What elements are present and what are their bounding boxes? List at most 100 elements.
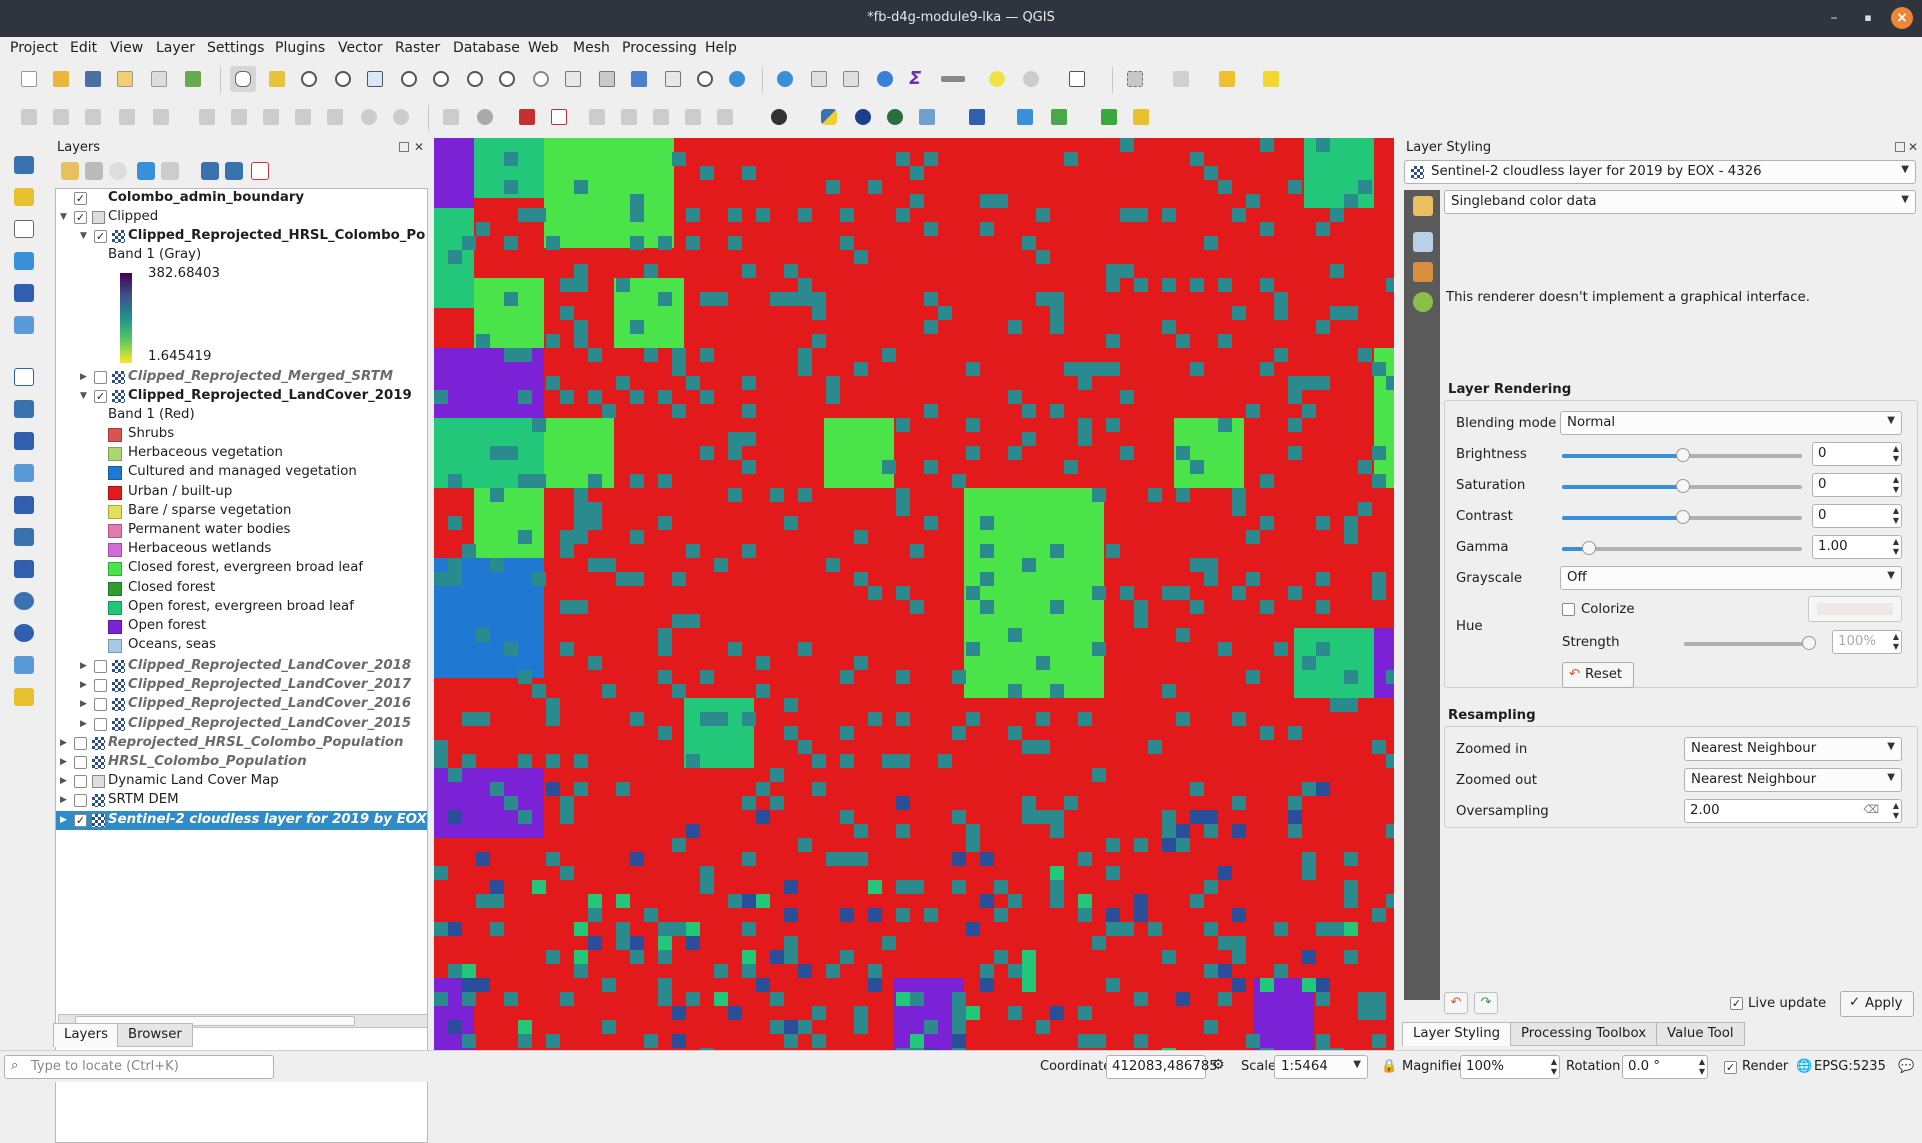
locator-search-input[interactable]: ⌕ Type to locate (Ctrl+K) [4, 1055, 274, 1079]
layer-row-clipped-group[interactable]: ▼ ✓ Clipped [56, 208, 427, 227]
crs-globe-icon[interactable]: 🌐 [1796, 1059, 1812, 1074]
collapse-arrow-icon[interactable]: ▼ [80, 229, 90, 243]
temporal-controller-icon[interactable] [692, 66, 718, 92]
tab-layer-styling[interactable]: Layer Styling [1402, 1022, 1512, 1046]
change-label-icon[interactable] [712, 104, 738, 130]
menu-raster[interactable]: Raster [395, 40, 440, 56]
slider-handle[interactable] [1676, 510, 1690, 524]
layer-row[interactable]: ▶ ✓ Sentinel-2 cloudless layer for 2019 by… [56, 810, 427, 830]
map-canvas[interactable] [434, 138, 1394, 1050]
symbology-icon[interactable] [1413, 196, 1433, 216]
add-spatialite-icon[interactable] [10, 364, 38, 390]
add-arcgis-layer-icon[interactable] [10, 620, 38, 646]
layer-row[interactable]: ▶ Clipped_Reprojected_LandCover_2017 [56, 676, 427, 695]
zoom-layer-green-icon[interactable] [1096, 104, 1122, 130]
collapse-all-icon[interactable] [225, 162, 243, 180]
python-console-icon[interactable] [816, 104, 842, 130]
layer-select-combo[interactable]: Sentinel-2 cloudless layer for 2019 by E… [1404, 160, 1916, 184]
slider-handle[interactable] [1582, 541, 1596, 555]
menu-processing[interactable]: Processing [622, 40, 697, 56]
pan-to-selection-icon[interactable] [264, 66, 290, 92]
current-edits-icon[interactable] [16, 104, 42, 130]
undo-icon[interactable] [356, 104, 382, 130]
select-location-icon[interactable] [1258, 66, 1284, 92]
expand-arrow-icon[interactable]: ▶ [80, 370, 90, 384]
spin-arrows-icon[interactable]: ▲ ▼ [1893, 632, 1899, 652]
text-annotation-icon[interactable] [1064, 66, 1104, 92]
magnifier-spinbox[interactable]: 100% ▲ ▼ [1460, 1055, 1560, 1079]
layer-checkbox[interactable]: ✓ [94, 390, 107, 403]
add-wcs-layer-icon[interactable] [10, 428, 38, 454]
strength-slider[interactable] [1684, 636, 1816, 650]
zoomed-out-combo[interactable]: Nearest Neighbour ▼ [1684, 768, 1902, 792]
gamma-spinbox[interactable]: 1.00 ▲ ▼ [1812, 535, 1902, 559]
brightness-slider[interactable] [1562, 448, 1802, 462]
layer-checkbox[interactable] [94, 371, 107, 384]
menu-vector[interactable]: Vector [338, 40, 383, 56]
crs-label[interactable]: EPSG:5235 [1814, 1059, 1886, 1074]
map-tips-icon[interactable] [984, 66, 1010, 92]
layer-row[interactable]: ▶ HRSL_Colombo_Population [56, 753, 427, 772]
paste-features-icon[interactable] [322, 104, 348, 130]
add-mesh-layer-icon[interactable] [10, 312, 38, 338]
add-vector-tile-icon[interactable] [10, 652, 38, 678]
add-wfs-layer-icon[interactable] [10, 588, 38, 614]
redo-icon[interactable] [388, 104, 414, 130]
close-panel-icon[interactable]: ✕ [1908, 140, 1918, 154]
renderer-combo[interactable]: Singleband color data ▼ [1444, 190, 1916, 214]
collapse-arrow-icon[interactable]: ▼ [60, 210, 70, 224]
spin-arrows-icon[interactable]: ▲ ▼ [1893, 475, 1899, 495]
apply-button[interactable]: ✓ Apply [1840, 991, 1914, 1017]
identify-features-icon[interactable] [772, 66, 798, 92]
add-layer-yellow-icon[interactable] [10, 184, 38, 210]
move-label-icon[interactable] [648, 104, 674, 130]
messages-icon[interactable]: 💬 [1898, 1059, 1914, 1074]
oversampling-spinbox[interactable]: 2.00 ⌫ ▲ ▼ [1684, 799, 1902, 823]
label-toolbar-icon[interactable] [438, 104, 464, 130]
add-postgis-icon[interactable] [10, 524, 38, 550]
add-delimited-text-icon[interactable] [10, 248, 38, 274]
map-swipe-icon[interactable] [1012, 104, 1038, 130]
new-3d-map-icon[interactable] [594, 66, 620, 92]
history-icon[interactable] [1413, 292, 1433, 312]
style-paintbrush-icon[interactable] [61, 162, 79, 180]
globe-icon[interactable] [850, 104, 876, 130]
layer-row[interactable]: ▶ Reprojected_HRSL_Colombo_Population [56, 734, 427, 753]
spin-arrows-icon[interactable]: ▲ ▼ [1699, 1057, 1705, 1077]
tab-browser[interactable]: Browser [117, 1023, 193, 1047]
rotate-label-icon[interactable] [680, 104, 706, 130]
scale-combo[interactable]: 1:5464 ▼ [1274, 1055, 1368, 1079]
colorize-color-button[interactable] [1808, 596, 1902, 622]
menu-mesh[interactable]: Mesh [573, 40, 610, 56]
contrast-slider[interactable] [1562, 510, 1802, 524]
layer-checkbox[interactable]: ✓ [74, 192, 87, 205]
layer-row[interactable]: ▶ Clipped_Reprojected_LandCover_2016 [56, 695, 427, 714]
filter-expression-icon[interactable] [161, 162, 179, 180]
deselect-all-icon[interactable] [1214, 66, 1254, 92]
zoom-out-icon[interactable] [330, 66, 356, 92]
georeferencer-icon[interactable] [914, 104, 940, 130]
expand-arrow-icon[interactable]: ▶ [80, 659, 90, 673]
expand-arrow-icon[interactable]: ▶ [80, 678, 90, 692]
manage-visibility-icon[interactable] [109, 162, 127, 180]
new-geopackage-icon[interactable] [10, 684, 38, 710]
redo-style-icon[interactable]: ↷ [1474, 992, 1498, 1014]
lock-scale-icon[interactable]: 🔒 [1381, 1059, 1397, 1074]
pin-labels-icon[interactable] [584, 104, 610, 130]
filter-legend-icon[interactable] [137, 162, 155, 180]
layer-row[interactable]: ▶ Dynamic Land Cover Map [56, 772, 427, 791]
add-oracle-icon[interactable] [10, 556, 38, 582]
slider-handle[interactable] [1802, 636, 1816, 650]
slider-handle[interactable] [1676, 479, 1690, 493]
expand-all-icon[interactable] [201, 162, 219, 180]
new-print-layout-icon[interactable] [112, 66, 138, 92]
menu-database[interactable]: Database [453, 40, 520, 56]
zoom-to-layer-icon[interactable] [428, 66, 454, 92]
measure-line-icon[interactable] [936, 66, 976, 92]
refresh-icon[interactable] [724, 66, 750, 92]
select-by-value-icon[interactable] [1168, 66, 1208, 92]
live-update-checkbox[interactable]: ✓ [1730, 997, 1743, 1010]
colorize-checkbox[interactable] [1562, 603, 1575, 616]
expand-arrow-icon[interactable]: ▶ [60, 774, 70, 788]
layout-manager-icon[interactable] [146, 66, 172, 92]
